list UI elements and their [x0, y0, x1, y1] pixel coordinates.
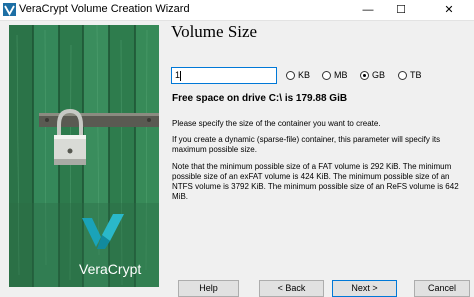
back-button[interactable]: < Back — [259, 280, 324, 297]
veracrypt-logo-text: VeraCrypt — [79, 261, 141, 277]
free-space-label: Free space on drive C:\ is 179.88 GiB — [172, 93, 348, 104]
unit-radio-gb[interactable]: GB — [360, 69, 385, 81]
page-title: Volume Size — [171, 22, 258, 41]
maximize-icon[interactable]: ☐ — [386, 0, 416, 20]
green-door-padlock-image: VeraCrypt — [9, 25, 159, 287]
text-caret — [180, 70, 182, 81]
radio-button[interactable] — [398, 70, 407, 80]
unit-label-kb: KB — [298, 70, 311, 80]
radio-button[interactable] — [286, 70, 295, 80]
veracrypt-app-icon — [3, 3, 16, 16]
unit-label-tb: TB — [410, 70, 422, 80]
close-icon[interactable]: ✕ — [434, 0, 464, 20]
wizard-side-image: VeraCrypt — [9, 25, 159, 287]
unit-radio-kb[interactable]: KB — [286, 69, 310, 81]
unit-radio-tb[interactable]: TB — [398, 69, 422, 81]
title-bar: VeraCrypt Volume Creation Wizard — ☐ ✕ — [0, 0, 474, 21]
unit-label-mb: MB — [334, 70, 348, 80]
instruction-text: Please specify the size of the container… — [172, 119, 381, 128]
next-button[interactable]: Next > — [332, 280, 397, 297]
dynamic-container-note: If you create a dynamic (sparse-file) co… — [172, 135, 441, 154]
minimum-size-note: Note that the minimum possible size of a… — [172, 162, 459, 201]
radio-button-selected[interactable] — [360, 70, 369, 80]
unit-label-gb: GB — [372, 70, 386, 80]
radio-button[interactable] — [322, 70, 331, 80]
cancel-button[interactable]: Cancel — [414, 280, 470, 297]
help-button[interactable]: Help — [178, 280, 239, 297]
minimize-icon[interactable]: — — [353, 0, 383, 20]
volume-size-input[interactable]: 1 — [171, 67, 277, 84]
window-title: VeraCrypt Volume Creation Wizard — [19, 3, 190, 15]
unit-radio-mb[interactable]: MB — [322, 69, 348, 81]
